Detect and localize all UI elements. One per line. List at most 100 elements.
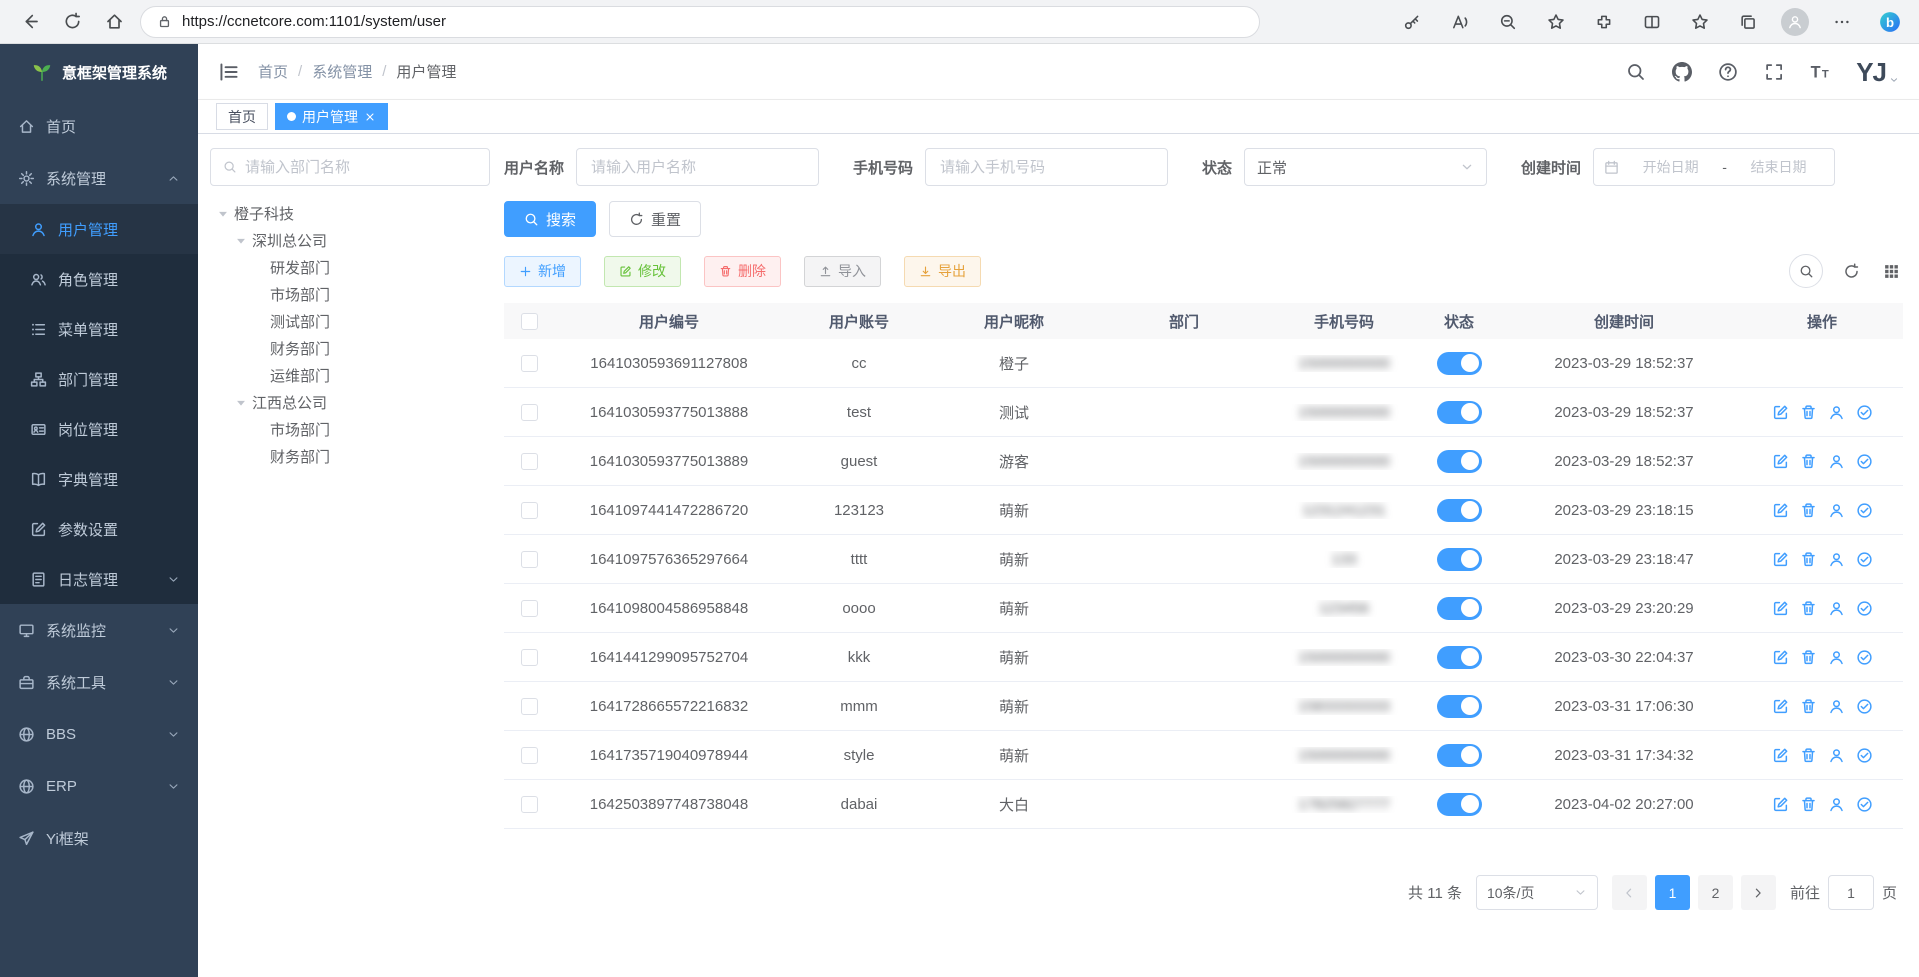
sidebar-item-menu[interactable]: 菜单管理	[0, 304, 198, 354]
sidebar-item-tool[interactable]: 系统工具	[0, 656, 198, 708]
row-edit-button[interactable]	[1772, 747, 1789, 764]
browser-refresh-button[interactable]	[56, 6, 88, 38]
status-toggle[interactable]	[1437, 352, 1482, 375]
row-reset-password-button[interactable]	[1828, 453, 1845, 470]
status-toggle[interactable]	[1437, 548, 1482, 571]
row-delete-button[interactable]	[1800, 600, 1817, 617]
status-toggle[interactable]	[1437, 744, 1482, 767]
row-checkbox[interactable]	[521, 453, 538, 470]
caret-down-icon[interactable]	[216, 207, 230, 221]
tab-user-management[interactable]: 用户管理	[275, 103, 388, 130]
row-assign-role-button[interactable]	[1856, 796, 1873, 813]
tree-node[interactable]: 测试部门	[210, 308, 490, 335]
extensions-button[interactable]	[1589, 7, 1619, 37]
tree-node[interactable]: 市场部门	[210, 416, 490, 443]
row-reset-password-button[interactable]	[1828, 502, 1845, 519]
sidebar-item-user[interactable]: 用户管理	[0, 204, 198, 254]
bing-button[interactable]: b	[1875, 7, 1905, 37]
row-checkbox[interactable]	[521, 747, 538, 764]
row-edit-button[interactable]	[1772, 796, 1789, 813]
row-delete-button[interactable]	[1800, 796, 1817, 813]
status-toggle[interactable]	[1437, 450, 1482, 473]
delete-button[interactable]: 删除	[704, 256, 781, 287]
tree-node[interactable]: 研发部门	[210, 254, 490, 281]
caret-down-icon[interactable]	[234, 234, 248, 248]
split-screen-button[interactable]	[1637, 7, 1667, 37]
goto-page-input[interactable]	[1828, 875, 1874, 910]
row-edit-button[interactable]	[1772, 404, 1789, 421]
sidebar-item-erp[interactable]: ERP	[0, 760, 198, 812]
collapse-sidebar-icon[interactable]	[218, 61, 240, 83]
github-icon[interactable]	[1672, 62, 1692, 82]
sidebar-item-monitor[interactable]: 系统监控	[0, 604, 198, 656]
tree-node[interactable]: 江西总公司	[210, 389, 490, 416]
sidebar-item-yi[interactable]: Yi框架	[0, 812, 198, 864]
row-reset-password-button[interactable]	[1828, 404, 1845, 421]
row-edit-button[interactable]	[1772, 698, 1789, 715]
sidebar-item-dict[interactable]: 字典管理	[0, 454, 198, 504]
close-tab-icon[interactable]	[364, 111, 376, 123]
row-checkbox[interactable]	[521, 600, 538, 617]
row-delete-button[interactable]	[1800, 649, 1817, 666]
row-reset-password-button[interactable]	[1828, 747, 1845, 764]
date-range-picker[interactable]: 开始日期 - 结束日期	[1593, 148, 1835, 186]
columns-setting-button[interactable]	[1879, 259, 1903, 283]
row-reset-password-button[interactable]	[1828, 649, 1845, 666]
next-page-button[interactable]	[1741, 875, 1776, 910]
caret-down-icon[interactable]	[234, 396, 248, 410]
row-assign-role-button[interactable]	[1856, 747, 1873, 764]
refresh-table-button[interactable]	[1839, 259, 1863, 283]
status-toggle[interactable]	[1437, 499, 1482, 522]
help-icon[interactable]	[1718, 62, 1738, 82]
row-checkbox[interactable]	[521, 551, 538, 568]
address-bar[interactable]: https://ccnetcore.com:1101/system/user	[140, 6, 1260, 38]
sidebar-item-dept[interactable]: 部门管理	[0, 354, 198, 404]
row-assign-role-button[interactable]	[1856, 404, 1873, 421]
row-delete-button[interactable]	[1800, 698, 1817, 715]
breadcrumb-home[interactable]: 首页	[258, 61, 288, 82]
row-edit-button[interactable]	[1772, 649, 1789, 666]
browser-home-button[interactable]	[98, 6, 130, 38]
row-assign-role-button[interactable]	[1856, 698, 1873, 715]
user-brand-menu[interactable]: YJ	[1856, 59, 1899, 85]
page-2-button[interactable]: 2	[1698, 875, 1733, 910]
collections-button[interactable]	[1733, 7, 1763, 37]
tree-node[interactable]: 运维部门	[210, 362, 490, 389]
status-select[interactable]: 正常	[1244, 148, 1487, 186]
header-search-icon[interactable]	[1626, 62, 1646, 82]
sidebar-item-bbs[interactable]: BBS	[0, 708, 198, 760]
phone-input[interactable]	[925, 148, 1168, 186]
row-delete-button[interactable]	[1800, 747, 1817, 764]
row-assign-role-button[interactable]	[1856, 502, 1873, 519]
select-all-checkbox[interactable]	[521, 313, 538, 330]
tree-node[interactable]: 橙子科技	[210, 200, 490, 227]
import-button[interactable]: 导入	[804, 256, 881, 287]
zoom-button[interactable]	[1493, 7, 1523, 37]
row-checkbox[interactable]	[521, 796, 538, 813]
tab-home[interactable]: 首页	[216, 103, 268, 130]
add-button[interactable]: 新增	[504, 256, 581, 287]
search-button[interactable]: 搜索	[504, 201, 596, 237]
row-edit-button[interactable]	[1772, 600, 1789, 617]
status-toggle[interactable]	[1437, 401, 1482, 424]
row-checkbox[interactable]	[521, 404, 538, 421]
browser-back-button[interactable]	[14, 6, 46, 38]
sidebar-item-role[interactable]: 角色管理	[0, 254, 198, 304]
status-toggle[interactable]	[1437, 646, 1482, 669]
row-checkbox[interactable]	[521, 502, 538, 519]
read-aloud-button[interactable]	[1445, 7, 1475, 37]
status-toggle[interactable]	[1437, 695, 1482, 718]
row-edit-button[interactable]	[1772, 551, 1789, 568]
font-size-icon[interactable]: TT	[1810, 62, 1830, 82]
favorites-button[interactable]	[1541, 7, 1571, 37]
sidebar-item-post[interactable]: 岗位管理	[0, 404, 198, 454]
status-toggle[interactable]	[1437, 597, 1482, 620]
row-assign-role-button[interactable]	[1856, 453, 1873, 470]
page-size-select[interactable]: 10条/页	[1476, 875, 1598, 910]
row-assign-role-button[interactable]	[1856, 551, 1873, 568]
sidebar-item-config[interactable]: 参数设置	[0, 504, 198, 554]
breadcrumb-system[interactable]: 系统管理	[312, 61, 372, 82]
row-reset-password-button[interactable]	[1828, 698, 1845, 715]
dept-search-input[interactable]	[245, 159, 477, 176]
tree-node[interactable]: 财务部门	[210, 443, 490, 470]
